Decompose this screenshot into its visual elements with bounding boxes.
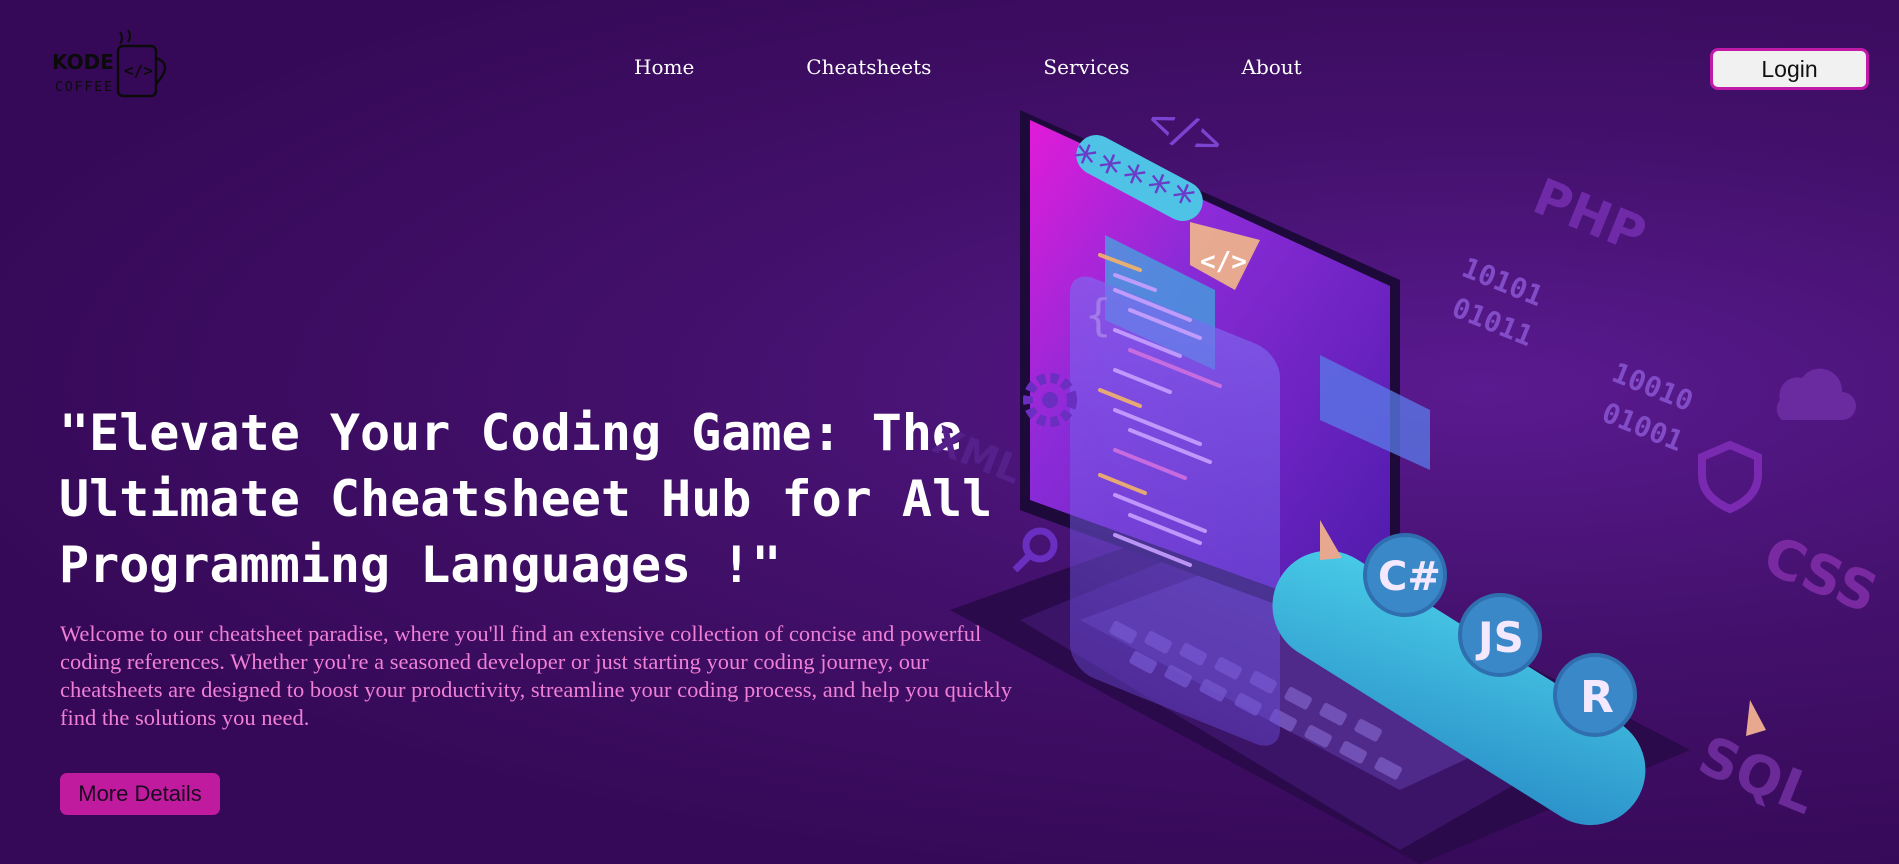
logo[interactable]: </> KODE COFFEE xyxy=(52,28,182,104)
login-button[interactable]: Login xyxy=(1710,48,1869,90)
logo-title: KODE xyxy=(52,50,114,74)
shield-icon xyxy=(1698,440,1762,514)
label-sql: SQL xyxy=(1690,724,1824,827)
laptop-illustration: </> { </> ***** PHP CSS SQL XML 10101 01… xyxy=(927,94,1886,864)
label-xml: XML xyxy=(927,418,1028,493)
hero-description: Welcome to our cheatsheet paradise, wher… xyxy=(60,621,1013,730)
code-tag-icon: </> xyxy=(1200,247,1247,277)
label-php: PHP xyxy=(1526,167,1654,264)
brace-icon: { xyxy=(1085,290,1112,341)
r-badge: R xyxy=(1553,653,1637,737)
cloud-icon xyxy=(1776,368,1856,420)
code-symbol: </> xyxy=(1141,94,1230,168)
logo-subtitle: COFFEE xyxy=(55,80,114,95)
nav-links: Home Cheatsheets Services About xyxy=(634,55,1414,79)
svg-text:JS: JS xyxy=(1475,613,1524,662)
search-icon xyxy=(1012,527,1058,573)
svg-text:</>: </> xyxy=(124,61,153,80)
nav-services[interactable]: Services xyxy=(1043,55,1129,79)
nav-cheatsheets[interactable]: Cheatsheets xyxy=(806,55,931,79)
binary-decoration: 10101 01011 10010 01001 xyxy=(1447,251,1698,458)
more-details-button[interactable]: More Details xyxy=(60,773,220,815)
svg-text:C#: C# xyxy=(1378,554,1441,600)
nav-home[interactable]: Home xyxy=(634,55,694,79)
label-css: CSS xyxy=(1755,524,1886,626)
svg-text:R: R xyxy=(1580,672,1614,723)
js-badge: JS xyxy=(1458,593,1542,677)
csharp-badge: C# xyxy=(1363,533,1447,617)
nav-about[interactable]: About xyxy=(1242,55,1302,79)
